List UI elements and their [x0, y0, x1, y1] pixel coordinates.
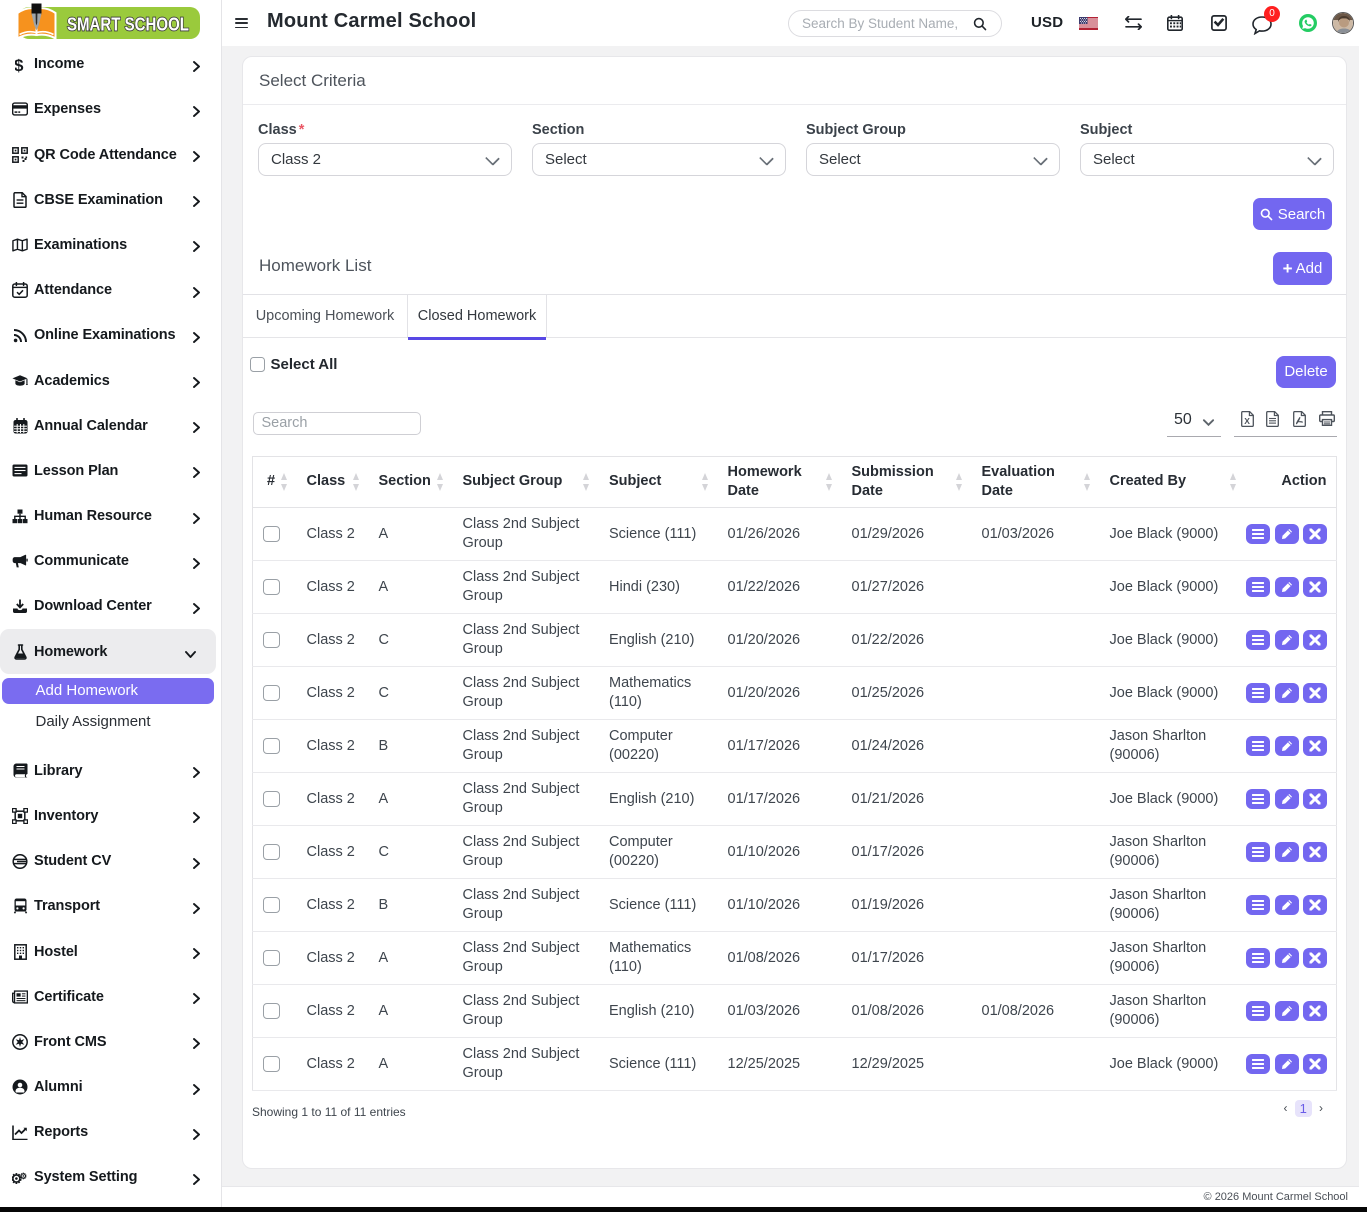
svg-text:SMART SCHOOL: SMART SCHOOL [67, 13, 189, 34]
svg-text:X: X [1244, 416, 1250, 426]
svg-text:⚙: ⚙ [20, 1171, 28, 1181]
svg-text:$: $ [15, 56, 24, 73]
